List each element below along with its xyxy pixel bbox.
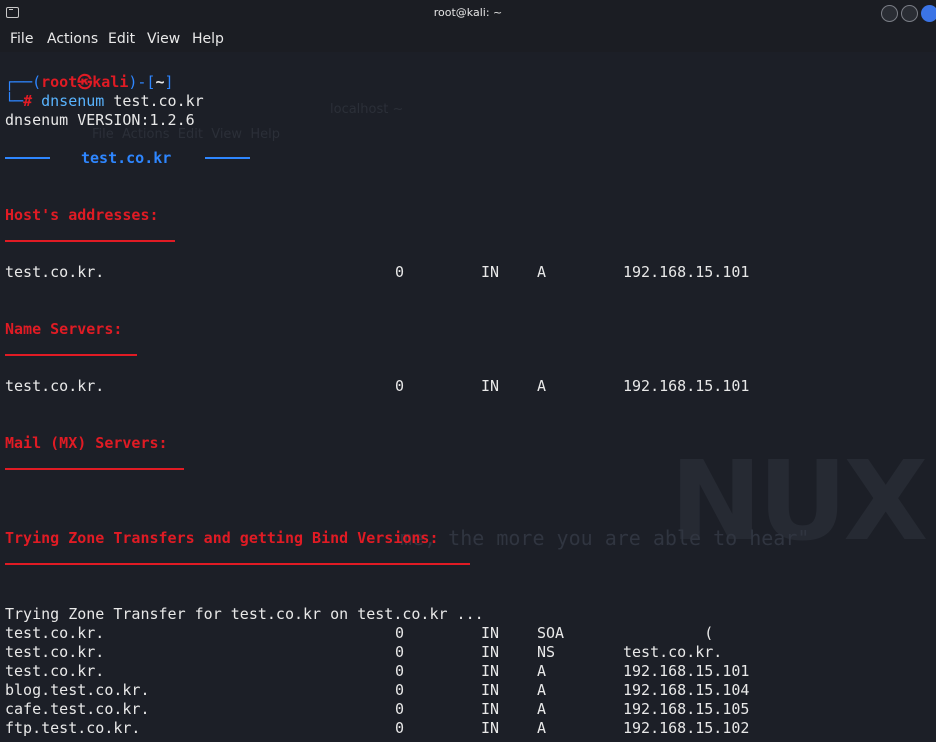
section-zone: Trying Zone Transfers and getting Bind V… — [5, 529, 439, 547]
ghost-window-title: localhost ~ — [330, 102, 404, 117]
menu-view[interactable]: View — [147, 31, 180, 47]
wallpaper-quote: me, the more you are able to hear" — [400, 526, 810, 550]
section-underline — [5, 240, 175, 242]
maximize-button[interactable] — [901, 5, 918, 22]
menu-file[interactable]: File — [10, 31, 33, 47]
menu-actions[interactable]: Actions — [47, 31, 98, 47]
minimize-button[interactable] — [881, 5, 898, 22]
banner-rule-right — [205, 157, 250, 159]
command-arg: test.co.kr — [113, 92, 204, 110]
prompt-user: root㉿kali — [41, 73, 129, 91]
menu-help[interactable]: Help — [192, 31, 224, 47]
prompt-line: ┌──(root㉿kali)-[~] — [5, 73, 174, 91]
prompt-path: ~ — [155, 73, 165, 91]
version-line: dnsenum VERSION:1.2.6 — [5, 111, 195, 129]
zone-transfer-status: Trying Zone Transfer for test.co.kr on t… — [5, 605, 484, 623]
section-underline — [5, 468, 184, 470]
banner-rule-left — [5, 157, 50, 159]
host-record-row: test.co.kr. 0 IN A 192.168.15.101 — [5, 263, 750, 281]
zone-record-row: test.co.kr. 0 IN NS test.co.kr. — [5, 643, 723, 661]
terminal-output[interactable]: NUX me, the more you are able to hear" l… — [0, 52, 936, 742]
zone-record-row: ftp.test.co.kr. 0 IN A 192.168.15.102 — [5, 719, 750, 737]
section-underline — [5, 354, 137, 356]
command-name: dnsenum — [41, 92, 105, 110]
section-ns: Name Servers: — [5, 320, 123, 338]
close-button[interactable] — [921, 5, 936, 22]
command-line: └─# dnsenum test.co.kr — [5, 92, 204, 110]
title-bar: root@kali: ~ — [0, 0, 936, 28]
zone-record-row: blog.test.co.kr. 0 IN A 192.168.15.104 — [5, 681, 750, 699]
menu-bar: File Actions Edit View Help — [0, 28, 936, 53]
window-title: root@kali: ~ — [433, 6, 503, 19]
section-mx: Mail (MX) Servers: — [5, 434, 168, 452]
section-hosts: Host's addresses: — [5, 206, 159, 224]
domain-banner: test.co.kr — [81, 149, 172, 167]
zone-record-row: test.co.kr. 0 IN SOA ( — [5, 624, 714, 642]
section-underline — [5, 563, 470, 565]
ns-record-row: test.co.kr. 0 IN A 192.168.15.101 — [5, 377, 750, 395]
menu-edit[interactable]: Edit — [108, 31, 135, 47]
zone-record-row: test.co.kr. 0 IN A 192.168.15.101 — [5, 662, 750, 680]
zone-record-row: cafe.test.co.kr. 0 IN A 192.168.15.105 — [5, 700, 750, 718]
